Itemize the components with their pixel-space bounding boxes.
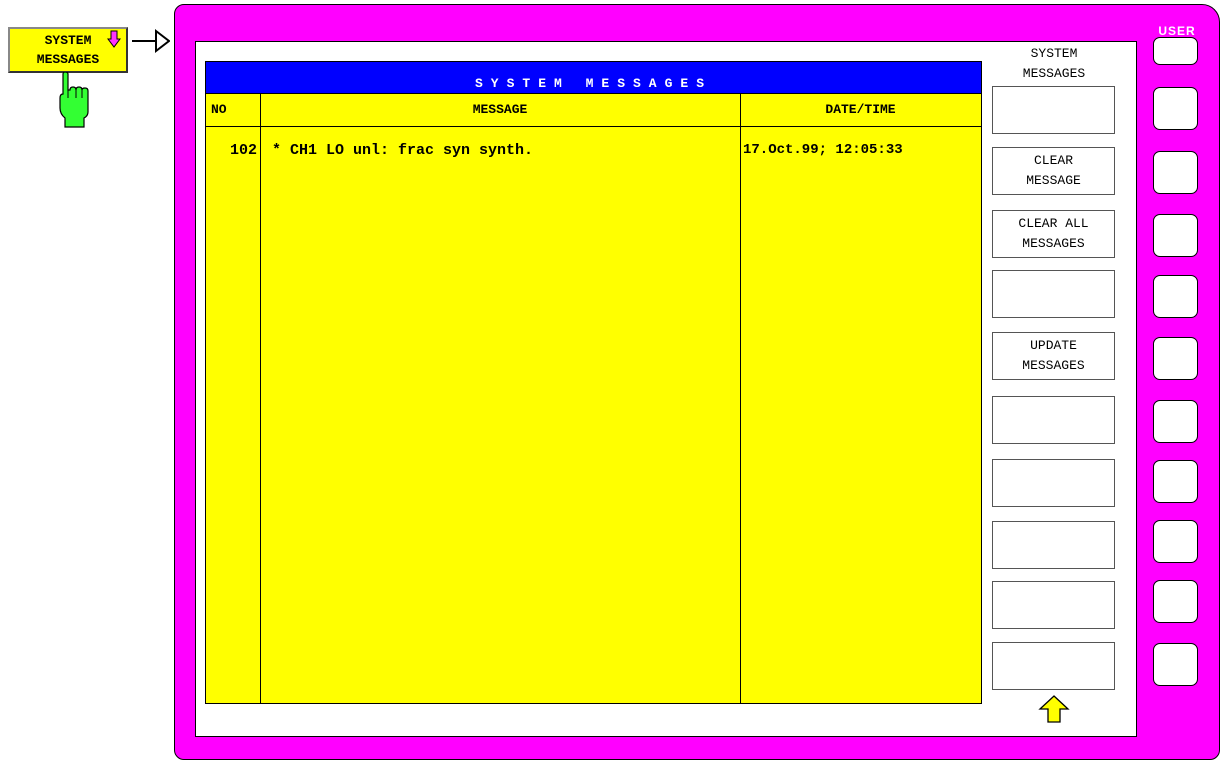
side-button-10[interactable] [1153,643,1198,686]
clear-all-messages-softkey[interactable]: CLEAR ALL MESSAGES [992,210,1115,258]
header-message: MESSAGE [472,102,528,117]
right-arrow-icon [132,28,170,54]
softkey-blank-4[interactable] [992,270,1115,318]
update-messages-softkey[interactable]: UPDATE MESSAGES [992,332,1115,380]
row-message: * CH1 LO unl: frac syn synth. [272,142,534,159]
softkey-blank-10[interactable] [992,642,1115,690]
side-button-6[interactable] [1153,400,1198,443]
up-arrow-icon[interactable] [1038,694,1070,724]
softkey-label-line2: MESSAGE [1026,173,1081,188]
side-button-9[interactable] [1153,580,1198,623]
softkey-menu-title-line2: MESSAGES [1022,66,1086,81]
header-separator [206,126,981,127]
row-datetime: 17.Oct.99; 12:05:33 [743,142,903,158]
softkey-label-line2: MESSAGES [1022,236,1085,251]
side-button-2[interactable] [1153,151,1198,194]
softkey-blank-6[interactable] [992,396,1115,444]
table-title: SYSTEM MESSAGES [474,76,713,91]
softkey-label-line2: MESSAGES [1022,358,1085,373]
softkey-blank-1[interactable] [992,86,1115,134]
softkey-blank-8[interactable] [992,521,1115,569]
hardkey-label-line2: MESSAGES [36,52,100,67]
user-button[interactable] [1153,37,1198,65]
row-number: 102 [229,142,257,159]
header-no: NO [211,102,227,117]
pointing-hand-icon [59,72,89,128]
softkey-label-line1: UPDATE [1030,338,1077,353]
side-button-3[interactable] [1153,214,1198,257]
header-datetime: DATE/TIME [825,102,896,117]
column-divider-message [740,94,741,703]
user-label: USER [1158,24,1196,38]
side-button-1[interactable] [1153,87,1198,130]
softkey-blank-9[interactable] [992,581,1115,629]
column-divider-no [260,94,261,703]
side-button-5[interactable] [1153,337,1198,380]
side-button-7[interactable] [1153,460,1198,503]
side-button-4[interactable] [1153,275,1198,318]
softkey-blank-7[interactable] [992,459,1115,507]
side-button-8[interactable] [1153,520,1198,563]
softkey-menu-title-line1: SYSTEM [1030,46,1078,61]
system-messages-table: SYSTEM MESSAGES NO MESSAGE DATE/TIME 102… [205,61,982,704]
down-arrow-icon [107,30,121,48]
table-title-bar: SYSTEM MESSAGES [206,62,981,94]
softkey-label-line1: CLEAR [1033,153,1073,168]
clear-message-softkey[interactable]: CLEAR MESSAGE [992,147,1115,195]
softkey-label-line1: CLEAR ALL [1018,216,1089,231]
